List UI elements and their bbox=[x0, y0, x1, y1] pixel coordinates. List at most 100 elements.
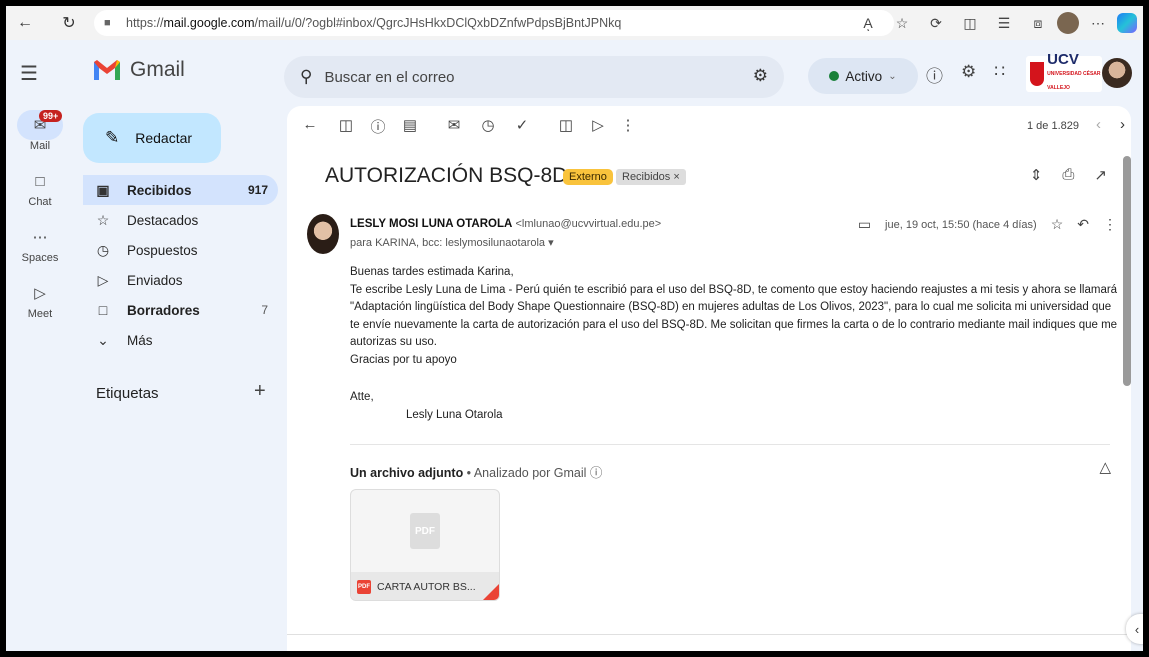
nav-item-drafts[interactable]: □ Borradores 7 bbox=[83, 295, 278, 325]
search-input[interactable]: ⚲ Buscar en el correo ⚙ bbox=[284, 56, 784, 98]
newer-chevron-icon[interactable]: ‹ bbox=[1096, 116, 1101, 133]
expand-collapse-icon[interactable]: ⇕ bbox=[1030, 166, 1043, 184]
search-options-icon[interactable]: ⚙ bbox=[753, 66, 768, 86]
attachment-filename: CARTA AUTOR BS... bbox=[377, 581, 476, 593]
scrollbar[interactable] bbox=[1123, 156, 1131, 386]
rail-item-spaces[interactable]: ⋯ Spaces bbox=[6, 222, 74, 264]
favorite-star-icon[interactable]: ☆ bbox=[887, 12, 917, 34]
split-screen-icon[interactable]: ◫ bbox=[955, 12, 985, 34]
inbox-label-chip[interactable]: Recibidos × bbox=[616, 169, 686, 185]
scan-note: • Analizado por Gmail ⓘ bbox=[463, 466, 603, 480]
divider bbox=[350, 444, 1110, 445]
reply-icon[interactable]: ↶ bbox=[1077, 216, 1089, 233]
sender-name[interactable]: LESLY MOSI LUNA OTAROLA bbox=[350, 218, 512, 230]
apps-grid-icon[interactable]: ∷ bbox=[994, 62, 1005, 87]
closing-line: Atte, bbox=[350, 391, 374, 403]
nav-label-snoozed: Pospuestos bbox=[127, 242, 198, 258]
drafts-count: 7 bbox=[261, 303, 268, 317]
extensions-icon[interactable]: ⟳ bbox=[921, 12, 951, 34]
attachment-preview: PDF bbox=[351, 490, 499, 572]
more-vert-icon[interactable]: ⋮ bbox=[1103, 216, 1117, 233]
snooze-icon[interactable]: ◷ bbox=[477, 116, 499, 134]
header-actions: ⓘ ⚙ ∷ bbox=[926, 62, 1005, 87]
nav-item-more[interactable]: ⌄ Más bbox=[83, 325, 278, 355]
rail-item-mail[interactable]: ✉ 99+ Mail bbox=[6, 110, 74, 152]
add-to-drive-icon[interactable]: △ bbox=[1099, 458, 1111, 476]
gmail-logo[interactable]: Gmail bbox=[92, 58, 185, 82]
open-new-window-icon[interactable]: ↗ bbox=[1094, 166, 1107, 184]
organization-logo[interactable]: UCV UNIVERSIDAD CÉSAR VALLEJO bbox=[1026, 51, 1102, 92]
mail-icon: ✉ 99+ bbox=[17, 110, 63, 140]
screen: ← ↻ ■ https://mail.google.com/mail/u/0/?… bbox=[6, 6, 1143, 651]
nav-item-starred[interactable]: ☆ Destacados bbox=[83, 205, 278, 235]
chevron-down-icon: ⌄ bbox=[97, 331, 109, 348]
move-to-icon[interactable]: ◫ bbox=[555, 116, 577, 134]
compose-button[interactable]: ✎ Redactar bbox=[83, 113, 221, 163]
collections-icon[interactable]: ⧈ bbox=[1023, 12, 1053, 34]
label-icon[interactable]: ▷ bbox=[587, 116, 609, 134]
attachment-card[interactable]: PDF PDF CARTA AUTOR BS... bbox=[350, 489, 500, 601]
message-date: jue, 19 oct, 15:50 (hace 4 días) bbox=[885, 218, 1037, 231]
add-label-icon[interactable]: + bbox=[254, 380, 266, 403]
rail-label-meet: Meet bbox=[27, 308, 53, 320]
sender-line: LESLY MOSI LUNA OTAROLA <lmlunao@ucvvirt… bbox=[350, 218, 661, 230]
settings-gear-icon[interactable]: ⚙ bbox=[961, 62, 976, 87]
spaces-icon: ⋯ bbox=[32, 229, 48, 246]
star-icon[interactable]: ☆ bbox=[1051, 216, 1064, 233]
labels-heading: Etiquetas bbox=[96, 385, 159, 402]
rail-item-chat[interactable]: □ Chat bbox=[6, 166, 74, 209]
gmail-brand: Gmail bbox=[130, 58, 185, 81]
favorites-list-icon[interactable]: ☰ bbox=[989, 12, 1019, 34]
recipients-line[interactable]: para KARINA, bcc: leslymosilunaotarola ▾ bbox=[350, 236, 554, 249]
browser-profile-avatar[interactable] bbox=[1057, 12, 1079, 34]
rail-item-meet[interactable]: ▷ Meet bbox=[6, 278, 74, 320]
more-vert-icon[interactable]: ⋮ bbox=[617, 116, 639, 134]
account-avatar[interactable] bbox=[1102, 58, 1132, 88]
compose-label: Redactar bbox=[135, 130, 193, 146]
reload-icon[interactable]: ↻ bbox=[58, 12, 80, 34]
report-spam-icon[interactable]: ⓘ bbox=[367, 116, 389, 137]
sender-email: <lmlunao@ucvvirtual.edu.pe> bbox=[515, 218, 662, 230]
send-icon: ▷ bbox=[97, 271, 109, 288]
search-placeholder: Buscar en el correo bbox=[324, 68, 455, 86]
thanks-line: Gracias por tu apoyo bbox=[350, 353, 457, 366]
signature: Lesly Luna Otarola bbox=[406, 408, 503, 421]
nav-label-starred: Destacados bbox=[127, 212, 199, 228]
search-icon[interactable]: ⚲ bbox=[300, 67, 312, 87]
mark-unread-icon[interactable]: ✉ bbox=[443, 116, 465, 134]
nav-item-inbox[interactable]: ▣ Recibidos 917 bbox=[83, 175, 278, 205]
delete-icon[interactable]: ▤ bbox=[399, 116, 421, 134]
add-task-icon[interactable]: ✓ bbox=[511, 116, 533, 134]
nav-label-drafts: Borradores bbox=[127, 302, 200, 318]
unread-badge: 99+ bbox=[39, 110, 63, 122]
archive-icon[interactable]: ◫ bbox=[335, 116, 357, 134]
copilot-icon[interactable] bbox=[1117, 13, 1137, 33]
print-icon[interactable]: ⎙ bbox=[1062, 166, 1074, 184]
back-to-inbox-icon[interactable]: ← bbox=[299, 116, 321, 133]
back-icon[interactable]: ← bbox=[14, 12, 36, 34]
read-aloud-icon[interactable]: Aͅ bbox=[853, 12, 883, 34]
ucv-logo-text: UCV UNIVERSIDAD CÉSAR VALLEJO bbox=[1047, 51, 1101, 91]
pencil-icon: ✎ bbox=[105, 128, 120, 147]
email-body: Buenas tardes estimada Karina, Te escrib… bbox=[350, 264, 1120, 424]
attachment-indicator-icon: ▭ bbox=[857, 216, 872, 232]
nav-item-sent[interactable]: ▷ Enviados bbox=[83, 265, 278, 295]
more-options-icon[interactable]: ⋯ bbox=[1083, 12, 1113, 34]
meet-camera-icon: ▷ bbox=[34, 285, 46, 302]
sender-avatar[interactable] bbox=[307, 214, 339, 254]
help-icon[interactable]: ⓘ bbox=[926, 62, 943, 87]
email-subject: AUTORIZACIÓN BSQ-8D bbox=[325, 164, 568, 187]
nav-item-snoozed[interactable]: ◷ Pospuestos bbox=[83, 235, 278, 265]
status-button[interactable]: Activo ⌄ bbox=[808, 58, 918, 94]
clock-icon: ◷ bbox=[96, 241, 110, 258]
address-bar[interactable]: ■ https://mail.google.com/mail/u/0/?ogbl… bbox=[94, 10, 894, 36]
pdf-corner-icon bbox=[481, 584, 499, 600]
nav-label-inbox: Recibidos bbox=[127, 182, 192, 198]
draft-file-icon: □ bbox=[98, 302, 108, 318]
main-menu-icon[interactable]: ☰ bbox=[20, 64, 44, 84]
ucv-shield-icon bbox=[1030, 62, 1045, 86]
nav-label-sent: Enviados bbox=[127, 272, 183, 288]
attachment-footer: PDF CARTA AUTOR BS... bbox=[351, 572, 499, 600]
older-chevron-icon[interactable]: › bbox=[1120, 116, 1125, 133]
greeting: Buenas tardes estimada Karina, bbox=[350, 266, 514, 278]
